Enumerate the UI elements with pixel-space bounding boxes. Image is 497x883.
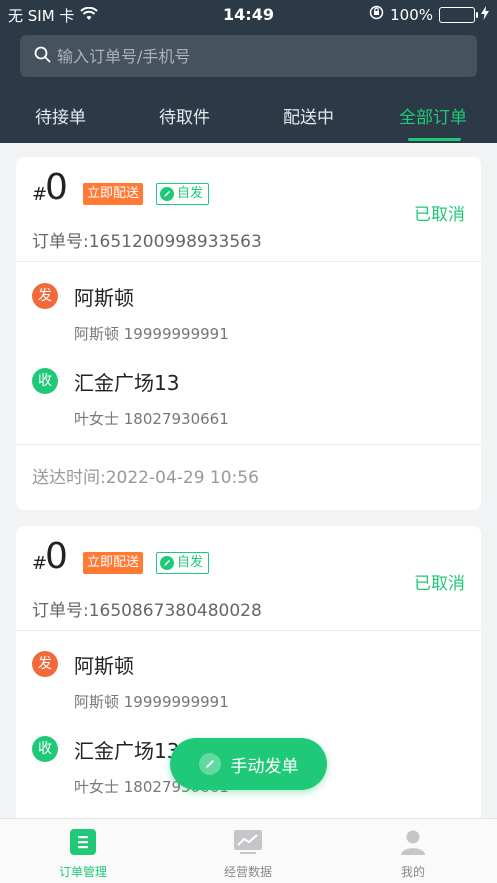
nav-business-data[interactable]: 经营数据 xyxy=(198,827,298,880)
divider xyxy=(16,444,481,445)
order-number: 订单号:1651200998933563 xyxy=(32,232,262,252)
order-card[interactable]: # 0 立即配送 自发 已取消 订单号:1651200998933563 发 阿… xyxy=(16,157,481,510)
pen-icon xyxy=(160,187,174,201)
divider xyxy=(16,630,481,631)
status-bar: 无 SIM 卡 14:49 100% xyxy=(0,0,497,28)
tab-all-orders[interactable]: 全部订单 xyxy=(399,103,467,128)
self-dispatch-tag: 自发 xyxy=(156,183,210,205)
nav-label: 订单管理 xyxy=(58,865,107,879)
active-tab-indicator xyxy=(408,138,461,141)
receiver-badge: 收 xyxy=(32,736,58,762)
self-dispatch-label: 自发 xyxy=(177,555,204,570)
order-number: 订单号:1650867380480028 xyxy=(32,601,262,621)
user-icon xyxy=(398,827,428,857)
self-dispatch-tag: 自发 xyxy=(156,552,210,574)
pen-icon xyxy=(198,753,221,775)
search-input[interactable] xyxy=(57,46,447,66)
self-dispatch-label: 自发 xyxy=(177,186,204,201)
delivered-time: 送达时间:2022-04-29 10:56 xyxy=(32,468,259,488)
nav-mine[interactable]: 我的 xyxy=(363,827,463,880)
tab-pending-pickup[interactable]: 待取件 xyxy=(159,103,210,128)
sender-badge: 发 xyxy=(32,651,58,677)
sender-address: 阿斯顿 xyxy=(74,286,134,310)
chart-icon xyxy=(233,827,263,857)
order-tabs: 待接单 待取件 配送中 全部订单 xyxy=(0,95,497,143)
bottom-nav: 订单管理 经营数据 我的 xyxy=(0,818,497,883)
search-icon xyxy=(34,46,51,67)
header: 无 SIM 卡 14:49 100% 待接单 待取件 配送中 全部订单 xyxy=(0,0,497,143)
order-sequence-number: 0 xyxy=(45,167,68,208)
receiver-address: 汇金广场13 xyxy=(74,371,180,395)
battery-icon xyxy=(439,6,478,23)
order-icon xyxy=(68,827,98,857)
receiver-badge: 收 xyxy=(32,368,58,394)
tab-delivering[interactable]: 配送中 xyxy=(283,103,334,128)
order-status: 已取消 xyxy=(414,574,465,594)
manual-dispatch-button[interactable]: 手动发单 xyxy=(170,738,327,790)
orientation-lock-icon xyxy=(369,5,384,24)
receiver-address: 汇金广场13 xyxy=(74,739,180,763)
order-sequence-number: 0 xyxy=(45,536,68,577)
search-bar[interactable] xyxy=(20,35,477,77)
instant-delivery-tag: 立即配送 xyxy=(83,183,144,205)
sender-contact: 阿斯顿 19999999991 xyxy=(74,693,229,711)
receiver-contact: 叶女士 18027930661 xyxy=(74,410,229,428)
order-status: 已取消 xyxy=(414,205,465,225)
nav-order-management[interactable]: 订单管理 xyxy=(33,827,133,880)
manual-dispatch-label: 手动发单 xyxy=(230,756,299,777)
pen-icon xyxy=(160,556,174,570)
divider xyxy=(16,261,481,262)
sender-badge: 发 xyxy=(32,283,58,309)
instant-delivery-tag: 立即配送 xyxy=(83,552,144,574)
tab-pending-accept[interactable]: 待接单 xyxy=(35,103,86,128)
battery-percent: 100% xyxy=(390,5,433,24)
sender-address: 阿斯顿 xyxy=(74,654,134,678)
nav-label: 经营数据 xyxy=(223,865,272,879)
sender-contact: 阿斯顿 19999999991 xyxy=(74,325,229,343)
nav-label: 我的 xyxy=(400,865,425,879)
charging-icon xyxy=(481,5,489,24)
